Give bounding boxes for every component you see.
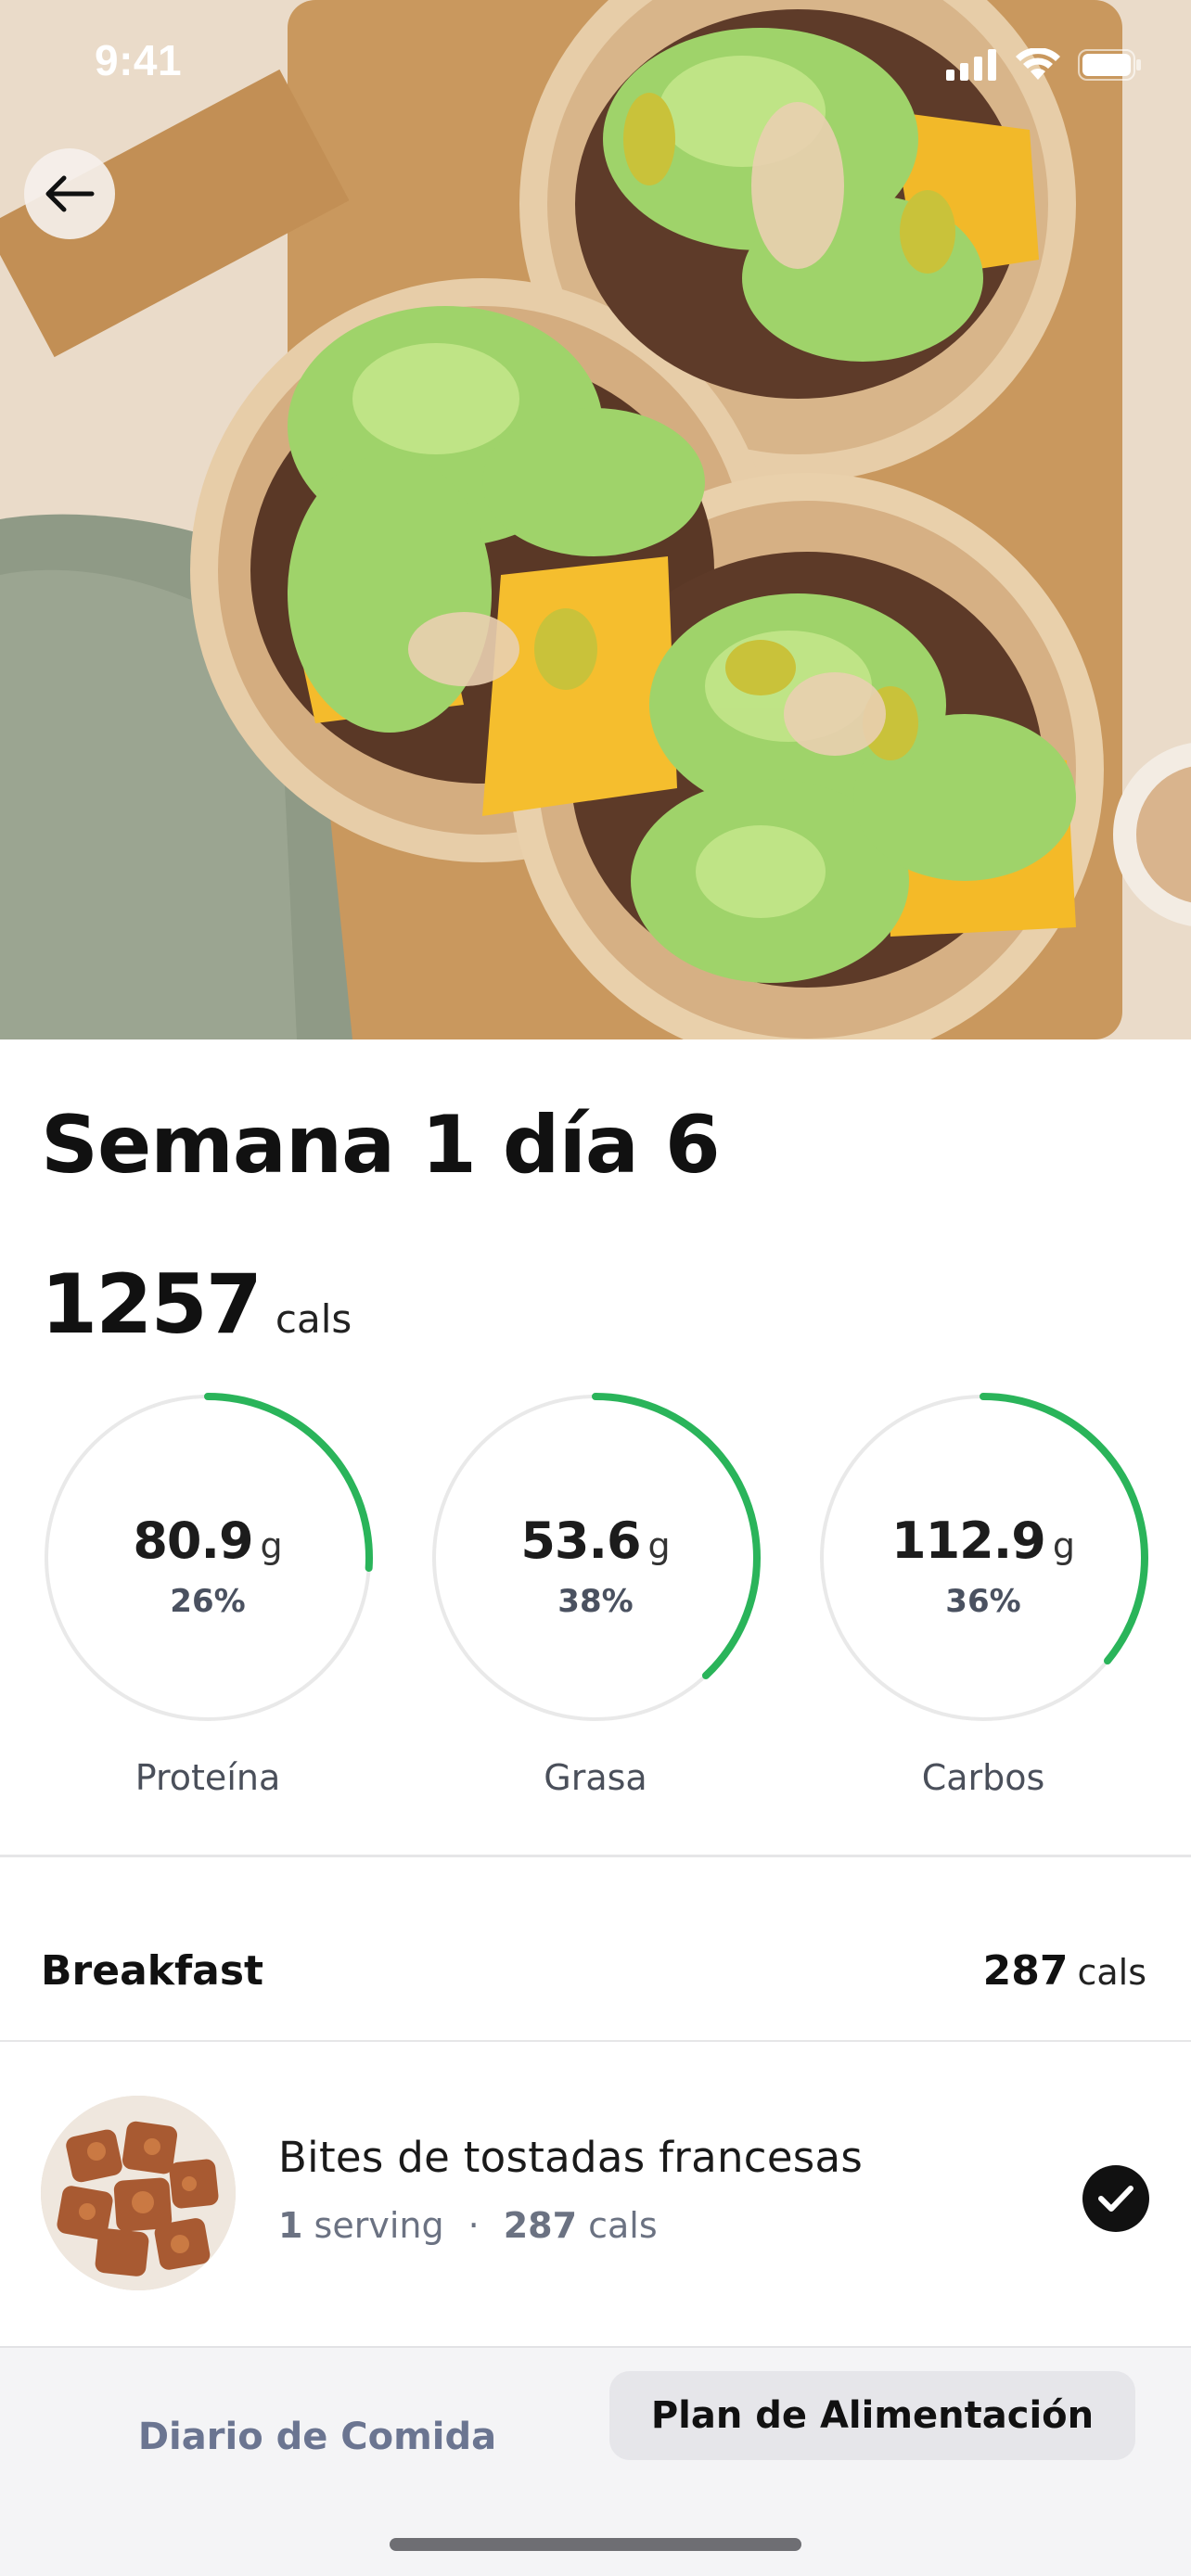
french-toast-bites-image <box>41 2096 236 2290</box>
fat-percent: 38% <box>557 1583 634 1620</box>
meal-item-calories-unit: cals <box>588 2205 658 2246</box>
status-icons <box>946 46 1143 83</box>
meal-section-calories: 287 cals <box>983 1947 1146 1995</box>
section-divider <box>0 1855 1191 1857</box>
macro-rings: 80.9 g 26% Proteína 53.6 g 38% Grasa 112… <box>0 1391 1191 1817</box>
meal-completed-checkbox[interactable] <box>1082 2165 1149 2232</box>
meal-section-header[interactable]: Breakfast 287 cals <box>41 1933 1146 2008</box>
meal-section-calories-unit: cals <box>1077 1951 1146 1993</box>
status-bar: 9:41 <box>0 0 1191 130</box>
carbs-grams: 112.9 <box>891 1511 1046 1570</box>
home-indicator <box>390 2538 801 2551</box>
meal-divider <box>0 2040 1191 2042</box>
protein-percent: 26% <box>170 1583 246 1620</box>
tab-food-diary[interactable]: Diario de Comida <box>85 2392 549 2481</box>
meal-item-calories: 287 <box>503 2205 578 2246</box>
meal-section-title: Breakfast <box>41 1946 264 1995</box>
plan-day-title: Semana 1 día 6 <box>41 1099 721 1192</box>
total-calories-value: 1257 <box>41 1256 263 1352</box>
macro-protein: 80.9 g 26% Proteína <box>41 1391 375 1817</box>
total-calories: 1257 cals <box>41 1256 352 1352</box>
checkmark-icon <box>1098 2186 1133 2212</box>
fat-label: Grasa <box>544 1757 647 1798</box>
carbs-label: Carbos <box>921 1757 1045 1798</box>
back-button[interactable] <box>24 148 115 239</box>
screen: 9:41 Semana 1 día 6 1257 cals 80.9 g 26%… <box>0 0 1191 2576</box>
meal-item-serving-label: serving <box>314 2205 444 2246</box>
meal-item-name: Bites de tostadas francesas <box>278 2133 864 2182</box>
protein-label: Proteína <box>134 1757 281 1798</box>
meal-item-separator: · <box>467 2205 480 2246</box>
tostadas-photo <box>0 0 1191 1039</box>
fat-unit: g <box>647 1525 671 1566</box>
battery-icon <box>1078 49 1141 81</box>
signal-icon <box>946 49 996 81</box>
status-time: 9:41 <box>95 36 183 84</box>
arrow-left-icon <box>45 175 95 212</box>
total-calories-unit: cals <box>275 1296 352 1342</box>
tab-meal-plan[interactable]: Plan de Alimentación <box>609 2371 1135 2460</box>
recipe-hero-image: 9:41 <box>0 0 1191 1039</box>
protein-grams: 80.9 <box>133 1511 253 1570</box>
wifi-icon <box>1016 48 1060 80</box>
meal-section-calories-value: 287 <box>982 1946 1069 1995</box>
carbs-unit: g <box>1052 1525 1075 1566</box>
meal-thumbnail <box>41 2096 236 2290</box>
meal-list-item[interactable]: Bites de tostadas francesas 1 serving · … <box>0 2077 1191 2309</box>
fat-grams: 53.6 <box>520 1511 641 1570</box>
protein-unit: g <box>260 1525 283 1566</box>
macro-fat: 53.6 g 38% Grasa <box>429 1391 762 1817</box>
carbs-percent: 36% <box>945 1583 1021 1620</box>
macro-carbs: 112.9 g 36% Carbos <box>816 1391 1150 1817</box>
meal-item-meta: 1 serving · 287 cals <box>278 2205 658 2246</box>
meal-item-servings: 1 <box>278 2205 303 2246</box>
